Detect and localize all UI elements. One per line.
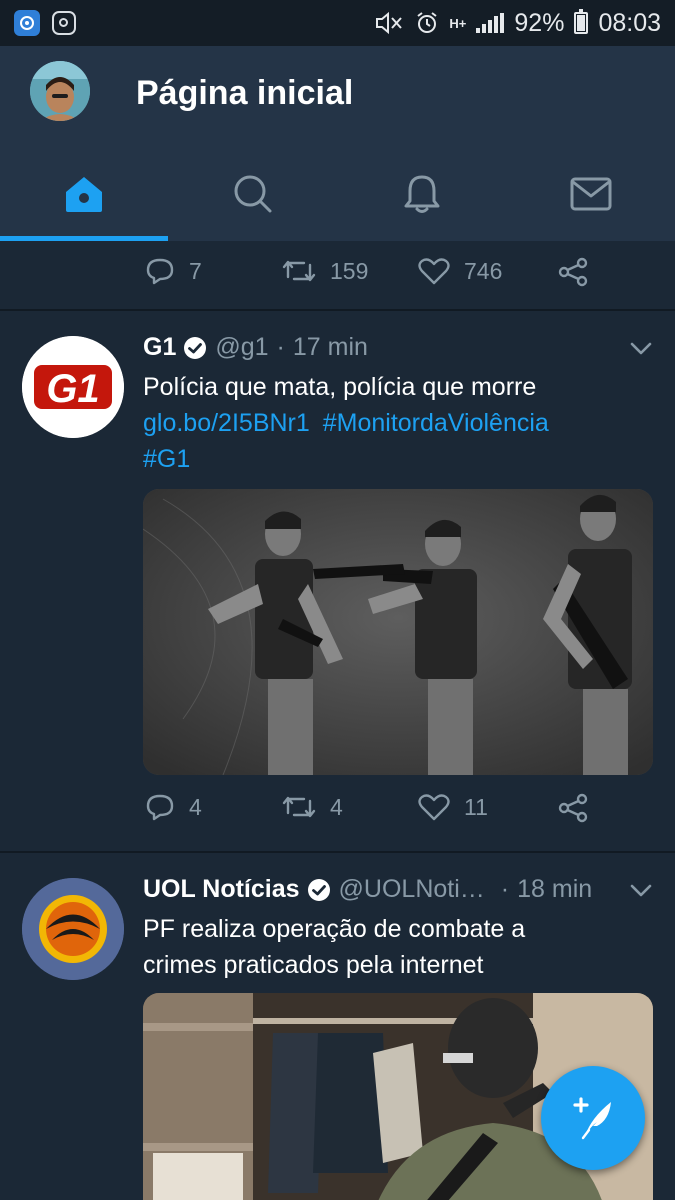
retweet-count: 159: [330, 257, 369, 284]
tweet-link[interactable]: glo.bo/2I5BNr1: [143, 409, 310, 437]
retweet-icon: [282, 796, 316, 818]
share-button[interactable]: [557, 257, 589, 287]
verified-icon: [307, 878, 331, 902]
g1-avatar[interactable]: G1: [22, 336, 124, 438]
like-button[interactable]: 11: [418, 793, 488, 821]
reply-icon: [146, 794, 174, 821]
share-icon: [558, 257, 588, 287]
verified-icon: [183, 336, 207, 360]
retweet-icon: [282, 260, 316, 282]
tab-search[interactable]: [169, 146, 338, 241]
tweet-time[interactable]: 17 min: [293, 333, 368, 362]
reply-icon: [146, 258, 174, 285]
search-icon: [234, 175, 272, 212]
battery-percent: 92%: [514, 8, 565, 37]
like-count: 746: [464, 257, 503, 284]
mail-icon: [570, 177, 612, 210]
retweet-button[interactable]: 4: [282, 793, 343, 821]
heart-icon: [418, 794, 450, 821]
separator-dot: ·: [276, 333, 285, 361]
tweet-text: PF realiza operação de combate a crimes …: [143, 911, 623, 983]
g1-logo-text: G1: [46, 367, 99, 411]
timeline[interactable]: 7 159 746 G1 G1 @g1 · 17 min Polícia que…: [0, 241, 675, 1200]
share-icon: [558, 793, 588, 823]
mute-icon: [376, 11, 403, 35]
chevron-down-icon[interactable]: [629, 883, 653, 899]
tab-bar: [0, 146, 675, 241]
alarm-icon: [417, 12, 438, 33]
bell-icon: [404, 175, 440, 213]
retweet-count: 4: [330, 793, 343, 820]
signal-icon: [476, 13, 505, 33]
previous-tweet-actions: 7 159 746: [0, 241, 675, 309]
app-notification-icon: [14, 10, 40, 36]
tweet-body: Polícia que mata, polícia que morre: [143, 373, 537, 401]
like-button[interactable]: 746: [418, 257, 502, 285]
tab-notifications[interactable]: [338, 146, 507, 241]
uol-avatar[interactable]: [22, 878, 124, 980]
tweet-g1[interactable]: G1 G1 @g1 · 17 min Polícia que mata, pol…: [0, 311, 675, 851]
like-count: 11: [464, 793, 488, 820]
status-bar: H+ 92% 08:03: [0, 0, 675, 46]
clock: 08:03: [598, 8, 661, 37]
heart-icon: [418, 258, 450, 285]
hashtag-g1[interactable]: #G1: [143, 445, 190, 473]
tweet-image[interactable]: [143, 489, 653, 775]
tweet-time[interactable]: 18 min: [517, 875, 592, 904]
reply-count: 7: [189, 257, 202, 284]
reply-button[interactable]: 4: [145, 793, 202, 821]
author-name[interactable]: G1: [143, 333, 176, 362]
share-button[interactable]: [557, 793, 589, 823]
retweet-button[interactable]: 159: [282, 257, 368, 285]
profile-avatar[interactable]: [30, 61, 90, 121]
reply-count: 4: [189, 793, 202, 820]
tweet-header: UOL Notícias @UOLNoti… · 18 min: [143, 875, 623, 904]
chevron-down-icon[interactable]: [629, 341, 653, 357]
tweet-body-line-2: crimes praticados pela internet: [143, 951, 484, 979]
tab-home[interactable]: [0, 146, 169, 241]
reply-button[interactable]: 7: [145, 257, 202, 285]
author-name[interactable]: UOL Notícias: [143, 875, 300, 904]
twitter-app: H+ 92% 08:03 Página inicial 7 159 746 G1…: [0, 0, 675, 1200]
battery-icon: [574, 9, 589, 34]
author-handle[interactable]: @g1: [215, 333, 268, 362]
tweet-header: G1 @g1 · 17 min: [143, 333, 623, 362]
page-title: Página inicial: [136, 74, 354, 112]
hashtag-monitor[interactable]: #MonitordaViolência: [323, 409, 549, 437]
separator-dot: ·: [500, 875, 510, 903]
top-header: Página inicial: [0, 46, 675, 241]
compose-tweet-button[interactable]: [541, 1066, 645, 1170]
network-type: H+: [449, 15, 467, 31]
tweet-body-line-1: PF realiza operação de combate a: [143, 915, 526, 943]
instagram-icon: [52, 11, 76, 35]
author-handle[interactable]: @UOLNoti…: [339, 875, 485, 904]
compose-feather-icon: [573, 1097, 611, 1140]
tab-messages[interactable]: [506, 146, 675, 241]
tweet-text: Polícia que mata, polícia que morre glo.…: [143, 369, 623, 477]
home-icon: [66, 176, 103, 212]
